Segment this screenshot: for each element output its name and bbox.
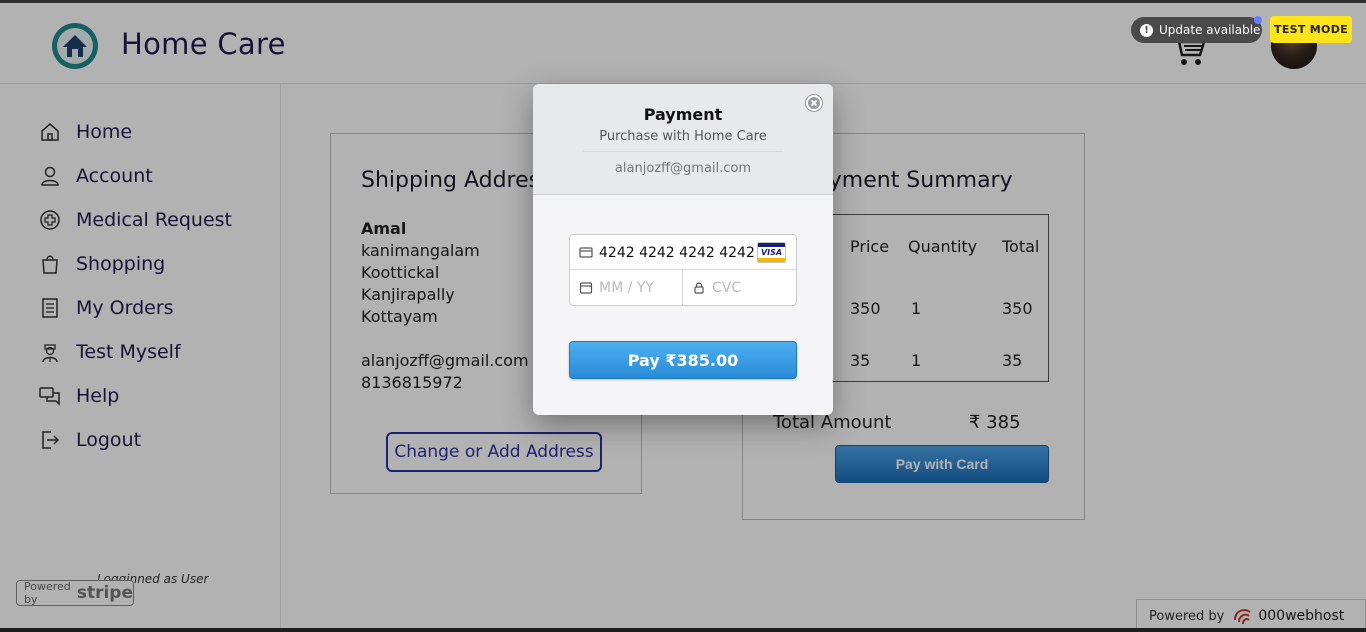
- modal-email: alanjozff@gmail.com: [614, 161, 752, 176]
- expiry-input[interactable]: [599, 270, 679, 305]
- divider: [583, 151, 783, 152]
- card-number-input[interactable]: [599, 235, 757, 270]
- credit-card-icon: [579, 247, 593, 258]
- modal-header: Payment Purchase with Home Care alanjozf…: [533, 84, 833, 195]
- card-brand-label: VISA: [760, 248, 783, 257]
- update-available-badge[interactable]: ! Update available: [1131, 17, 1262, 43]
- close-button[interactable]: [805, 94, 823, 112]
- visa-card-icon: VISA: [757, 242, 786, 263]
- modal-subtitle: Purchase with Home Care: [599, 129, 767, 144]
- notification-dot: [1254, 16, 1262, 24]
- expiry-cell: [570, 270, 683, 305]
- card-fields: VISA: [569, 234, 797, 306]
- close-icon: [808, 97, 820, 109]
- modal-title: Payment: [643, 105, 723, 124]
- info-icon: !: [1140, 23, 1153, 37]
- update-label: Update available: [1159, 23, 1261, 37]
- test-mode-badge: TEST MODE: [1270, 16, 1352, 43]
- cvc-cell: [683, 270, 796, 305]
- card-number-row: VISA: [570, 235, 796, 270]
- lock-icon: [694, 282, 704, 294]
- cvc-input[interactable]: [712, 270, 792, 305]
- calendar-icon: [579, 282, 593, 294]
- payment-modal: Payment Purchase with Home Care alanjozf…: [533, 84, 833, 415]
- pay-button[interactable]: Pay ₹385.00: [569, 341, 797, 379]
